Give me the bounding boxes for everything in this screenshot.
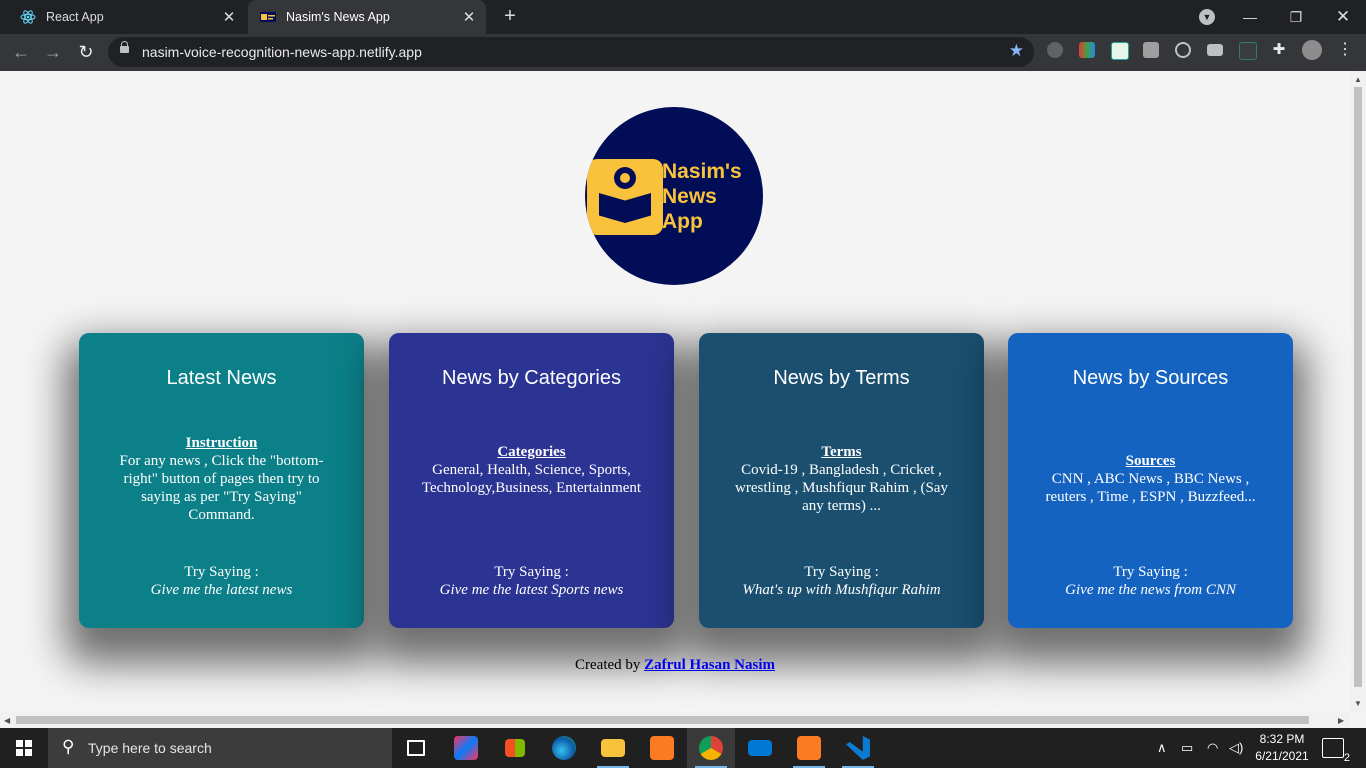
- vertical-scrollbar[interactable]: ▲ ▼: [1350, 71, 1366, 712]
- try-saying: Try Saying : Give me the latest news: [89, 563, 354, 599]
- card-heading: Categories: [497, 444, 566, 460]
- try-saying-command: Give me the news from CNN: [1065, 582, 1236, 598]
- tab-nasims-news-app[interactable]: Nasim's News App ✕: [248, 0, 486, 34]
- new-tab-button[interactable]: +: [498, 4, 522, 28]
- avatar[interactable]: [1302, 40, 1322, 60]
- book-reader-icon: [587, 159, 663, 235]
- card-title: News by Terms: [773, 367, 910, 389]
- card-news-by-sources[interactable]: News by Sources Sources CNN , ABC News ,…: [1008, 333, 1293, 628]
- chrome-icon[interactable]: [687, 728, 735, 768]
- scroll-right-icon[interactable]: ▶: [1338, 716, 1344, 725]
- card-heading: Instruction: [185, 435, 258, 451]
- try-saying: Try Saying : Give me the news from CNN: [1018, 563, 1283, 599]
- windows-logo-icon: [16, 740, 32, 756]
- tab-search-icon[interactable]: ▼: [1199, 9, 1215, 25]
- card-news-by-terms[interactable]: News by Terms Terms Covid-19 , Banglades…: [699, 333, 984, 628]
- reload-icon[interactable]: ↻: [74, 40, 98, 64]
- system-clock[interactable]: 8:32 PM 6/21/2021: [1250, 731, 1314, 765]
- battery-icon[interactable]: ▭: [1181, 740, 1193, 756]
- news-app-favicon-icon: [260, 9, 276, 25]
- footer-credit: Created by Zafrul Hasan Nasim: [575, 657, 775, 673]
- react-logo-icon: [20, 9, 36, 25]
- try-saying-command: Give me the latest Sports news: [439, 582, 624, 598]
- page-content: Nasim's News App Latest News Instruction…: [0, 71, 1350, 712]
- card-info: Instruction For any news , Click the "bo…: [109, 434, 334, 524]
- browser-toolbar: ← → ↻ nasim-voice-recognition-news-app.n…: [0, 34, 1366, 71]
- forward-arrow-icon[interactable]: →: [41, 40, 65, 64]
- taskbar-search-box[interactable]: ⚲ Type here to search: [48, 728, 392, 768]
- card-title: Latest News: [166, 367, 277, 389]
- scroll-up-icon[interactable]: ▲: [1354, 75, 1362, 84]
- card-heading: Sources: [1125, 453, 1176, 469]
- search-icon: ⚲: [62, 737, 75, 756]
- card-heading: Terms: [821, 444, 862, 460]
- close-tab-icon[interactable]: ✕: [458, 8, 480, 26]
- app-logo: Nasim's News App: [585, 107, 763, 285]
- scroll-left-icon[interactable]: ◀: [4, 716, 10, 725]
- scroll-down-icon[interactable]: ▼: [1354, 699, 1362, 708]
- card-latest-news[interactable]: Latest News Instruction For any news , C…: [79, 333, 364, 628]
- vscode-icon[interactable]: [834, 728, 882, 768]
- intellij-icon[interactable]: [442, 728, 490, 768]
- mail-icon[interactable]: [736, 728, 784, 768]
- start-button[interactable]: [0, 728, 48, 768]
- card-body: CNN , ABC News , BBC News , reuters , Ti…: [1045, 471, 1256, 505]
- bookmark-star-icon[interactable]: ★: [1009, 41, 1024, 61]
- card-info: Terms Covid-19 , Bangladesh , Cricket , …: [729, 443, 954, 515]
- edge-icon[interactable]: [540, 728, 588, 768]
- camera-icon[interactable]: [1207, 44, 1223, 56]
- xampp-icon[interactable]: [638, 728, 686, 768]
- xampp-icon[interactable]: [785, 728, 833, 768]
- card-body: For any news , Click the "bottom-right" …: [119, 453, 324, 523]
- scrollbar-thumb[interactable]: [16, 716, 1309, 724]
- puzzle-extensions-icon[interactable]: ✚: [1271, 42, 1287, 58]
- tab-title: React App: [46, 10, 104, 24]
- menu-kebab-icon[interactable]: ⋮: [1337, 42, 1353, 58]
- extension-icon[interactable]: [1111, 42, 1129, 60]
- card-title: News by Sources: [1072, 367, 1229, 389]
- card-body: General, Health, Science, Sports, Techno…: [421, 462, 642, 496]
- minimize-icon[interactable]: —: [1227, 0, 1273, 34]
- extension-icon[interactable]: [1143, 42, 1159, 58]
- try-saying: Try Saying : What's up with Mushfiqur Ra…: [709, 563, 974, 599]
- close-tab-icon[interactable]: ✕: [218, 8, 240, 26]
- tab-react-app[interactable]: React App ✕: [8, 0, 246, 34]
- file-explorer-icon[interactable]: [589, 728, 637, 768]
- lock-icon[interactable]: [120, 41, 129, 53]
- card-title: News by Categories: [442, 367, 621, 389]
- notification-count: 2: [1343, 752, 1350, 764]
- wifi-icon[interactable]: ◠: [1207, 740, 1218, 756]
- card-body: Covid-19 , Bangladesh , Cricket , wrestl…: [735, 462, 948, 514]
- extension-icon[interactable]: [1079, 42, 1095, 58]
- url-text[interactable]: nasim-voice-recognition-news-app.netlify…: [142, 44, 422, 60]
- logo-text: Nasim's News App: [662, 160, 742, 233]
- search-placeholder: Type here to search: [88, 740, 212, 756]
- microsoft-store-icon[interactable]: [491, 728, 539, 768]
- volume-icon[interactable]: ◁): [1229, 740, 1243, 756]
- author-link[interactable]: Zafrul Hasan Nasim: [644, 657, 775, 673]
- address-bar[interactable]: nasim-voice-recognition-news-app.netlify…: [108, 37, 1034, 67]
- card-news-by-categories[interactable]: News by Categories Categories General, H…: [389, 333, 674, 628]
- close-window-icon[interactable]: ✕: [1320, 0, 1366, 34]
- windows-taskbar: ⚲ Type here to search ∧ ▭ ◠ ◁) 8:32 PM 6…: [0, 728, 1366, 768]
- card-info: Sources CNN , ABC News , BBC News , reut…: [1038, 452, 1263, 506]
- card-info: Categories General, Health, Science, Spo…: [419, 443, 644, 497]
- try-saying-command: What's up with Mushfiqur Rahim: [742, 582, 941, 598]
- try-saying: Try Saying : Give me the latest Sports n…: [399, 563, 664, 599]
- task-view-icon[interactable]: [392, 728, 440, 768]
- chevron-up-icon[interactable]: ∧: [1157, 740, 1167, 756]
- back-arrow-icon[interactable]: ←: [9, 40, 33, 64]
- horizontal-scrollbar[interactable]: ◀ ▶: [0, 712, 1350, 728]
- extension-icon[interactable]: [1239, 42, 1257, 60]
- notification-icon[interactable]: 2: [1322, 738, 1350, 764]
- extension-icon[interactable]: [1047, 42, 1063, 58]
- browser-tab-strip: React App ✕ Nasim's News App ✕ + ▼ — ❐ ✕: [0, 0, 1366, 34]
- tab-title: Nasim's News App: [286, 10, 390, 24]
- scrollbar-thumb[interactable]: [1354, 87, 1362, 687]
- extension-icon[interactable]: [1175, 42, 1191, 58]
- restore-icon[interactable]: ❐: [1273, 0, 1319, 34]
- try-saying-command: Give me the latest news: [150, 582, 293, 598]
